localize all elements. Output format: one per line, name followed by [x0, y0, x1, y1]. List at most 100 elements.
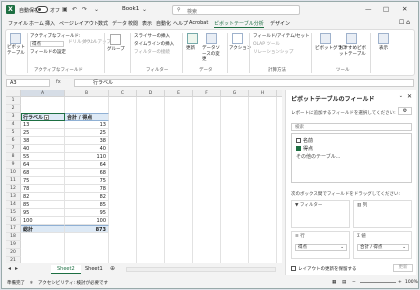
- pivot-row-label[interactable]: 38: [21, 137, 65, 145]
- row-header[interactable]: 8: [6, 153, 21, 161]
- pivot-row-value[interactable]: 13: [65, 121, 109, 129]
- row-header[interactable]: 18: [6, 233, 21, 241]
- row-header[interactable]: 10: [6, 169, 21, 177]
- pivot-grand-total-label[interactable]: 総計: [21, 225, 65, 233]
- horizontal-scrollbar[interactable]: [126, 267, 276, 272]
- pivot-row-labels-header[interactable]: 行ラベル ▾: [21, 113, 65, 121]
- zoom-slider[interactable]: [360, 282, 396, 283]
- field-settings-button[interactable]: フィールドの設定: [30, 50, 66, 56]
- tab-formulas[interactable]: 数式: [98, 20, 108, 27]
- drillup-button[interactable]: ドリルアップ: [84, 40, 111, 46]
- row-header[interactable]: 1: [6, 97, 21, 105]
- tab-page-layout[interactable]: ページレイアウト: [59, 20, 99, 27]
- pivot-row-label[interactable]: 68: [21, 169, 65, 177]
- row-header[interactable]: 21: [6, 257, 21, 263]
- pivot-row-value[interactable]: 40: [65, 145, 109, 153]
- pivot-row-value[interactable]: 100: [65, 217, 109, 225]
- pivot-row-label[interactable]: 75: [21, 177, 65, 185]
- change-source-button[interactable]: データソースの変更: [202, 46, 224, 63]
- sheet-nav-prev-icon[interactable]: ◂: [8, 265, 11, 272]
- pivottable-button[interactable]: ピボットテーブル: [7, 45, 25, 56]
- view-layout-icon[interactable]: ▤: [342, 280, 346, 285]
- column-header-b[interactable]: B: [65, 90, 109, 97]
- column-header-i[interactable]: I: [277, 90, 282, 97]
- accessibility-status[interactable]: アクセシビリティ: 検討が必要です: [38, 280, 108, 286]
- row-header[interactable]: 14: [6, 201, 21, 209]
- close-button[interactable]: ✕: [402, 5, 407, 13]
- comment-share-icons[interactable]: ☐ ⌂: [399, 19, 410, 26]
- row-header[interactable]: 16: [6, 217, 21, 225]
- sheet-tab-sheet2[interactable]: Sheet2: [51, 265, 81, 274]
- field-item-name[interactable]: 名前: [296, 137, 313, 144]
- pivot-row-value[interactable]: 38: [65, 137, 109, 145]
- rows-chip[interactable]: 得点 ⌄: [295, 244, 347, 251]
- pivot-row-value[interactable]: 95: [65, 209, 109, 217]
- actions-button[interactable]: アクション: [229, 46, 251, 52]
- update-button[interactable]: 更新: [393, 264, 413, 272]
- relationships-button[interactable]: リレーションシップ: [253, 50, 293, 56]
- autosave-toggle[interactable]: [36, 6, 48, 13]
- pivot-row-label[interactable]: 78: [21, 185, 65, 193]
- defer-checkbox[interactable]: [291, 266, 296, 271]
- column-header-g[interactable]: G: [221, 90, 249, 97]
- minimize-button[interactable]: —: [365, 5, 372, 13]
- customize-qat-icon[interactable]: ⌄: [94, 6, 99, 13]
- zoom-in-icon[interactable]: +: [398, 280, 402, 285]
- sheet-tab-sheet1[interactable]: Sheet1: [79, 265, 109, 273]
- title-dropdown-icon[interactable]: ⌄: [142, 6, 147, 13]
- pivot-row-label[interactable]: 25: [21, 129, 65, 137]
- pivot-row-label[interactable]: 13: [21, 121, 65, 129]
- pivot-row-label[interactable]: 100: [21, 217, 65, 225]
- refresh-button[interactable]: 更新: [186, 46, 195, 52]
- zoom-level[interactable]: 100%: [405, 280, 418, 285]
- tab-insert[interactable]: 挿入: [45, 20, 55, 27]
- search-box[interactable]: ⚲ 検索: [172, 5, 300, 15]
- spreadsheet-grid[interactable]: ABCDEFGHIJKL123行ラベル▾合計 / 得点4131352525638…: [6, 90, 282, 263]
- maximize-button[interactable]: □: [383, 5, 389, 13]
- pivot-row-label[interactable]: 85: [21, 201, 65, 209]
- sheet-nav-next-icon[interactable]: ▸: [15, 265, 18, 272]
- rows-area[interactable]: ≡ 行 得点 ⌄: [291, 231, 350, 259]
- fx-icon[interactable]: fx: [56, 79, 61, 85]
- group-button[interactable]: グループ: [107, 47, 125, 53]
- pane-options-icon[interactable]: ⌄: [399, 93, 403, 99]
- view-normal-icon[interactable]: ▦: [332, 280, 336, 285]
- row-header[interactable]: 17: [6, 225, 21, 233]
- row-header[interactable]: 2: [6, 105, 21, 113]
- row-header[interactable]: 20: [6, 249, 21, 257]
- more-tables-link[interactable]: その他のテーブル...: [296, 153, 340, 160]
- pivot-grand-total-value[interactable]: 873: [65, 225, 109, 233]
- column-header-a[interactable]: A: [21, 90, 65, 97]
- pivot-row-value[interactable]: 85: [65, 201, 109, 209]
- row-header[interactable]: 15: [6, 209, 21, 217]
- tab-data[interactable]: データ: [112, 20, 127, 27]
- row-header[interactable]: 3: [6, 113, 21, 121]
- column-header-c[interactable]: C: [109, 90, 137, 97]
- active-field-input[interactable]: 得点: [30, 41, 64, 47]
- row-header[interactable]: 5: [6, 129, 21, 137]
- tab-help[interactable]: ヘルプ: [173, 20, 188, 27]
- insert-timeline-button[interactable]: タイムラインの挿入: [134, 42, 174, 48]
- tab-file[interactable]: ファイル: [8, 20, 28, 27]
- insert-slicer-button[interactable]: スライサーの挿入: [134, 34, 170, 40]
- row-header[interactable]: 6: [6, 137, 21, 145]
- pivot-row-label[interactable]: 55: [21, 153, 65, 161]
- column-header-f[interactable]: F: [193, 90, 221, 97]
- redo-icon[interactable]: ↷: [82, 6, 87, 13]
- tab-pivottable-analyze[interactable]: ピボットテーブル分析: [214, 20, 264, 28]
- column-header-h[interactable]: H: [249, 90, 277, 97]
- pivot-row-value[interactable]: 78: [65, 185, 109, 193]
- row-header[interactable]: 19: [6, 241, 21, 249]
- row-header[interactable]: 4: [6, 121, 21, 129]
- recommended-pivot-button[interactable]: おすすめピボットテーブル: [339, 46, 367, 57]
- values-chip[interactable]: 合計 / 得点 ⌄: [357, 244, 409, 251]
- show-button[interactable]: 表示: [379, 46, 388, 52]
- pivot-row-value[interactable]: 110: [65, 153, 109, 161]
- column-header-d[interactable]: D: [137, 90, 165, 97]
- save-icon[interactable]: ▣: [62, 6, 68, 13]
- pivot-row-label[interactable]: 82: [21, 193, 65, 201]
- tab-acrobat[interactable]: Acrobat: [189, 20, 208, 26]
- row-header[interactable]: 13: [6, 193, 21, 201]
- checkbox-name[interactable]: [296, 138, 301, 143]
- name-box[interactable]: A3: [6, 79, 50, 87]
